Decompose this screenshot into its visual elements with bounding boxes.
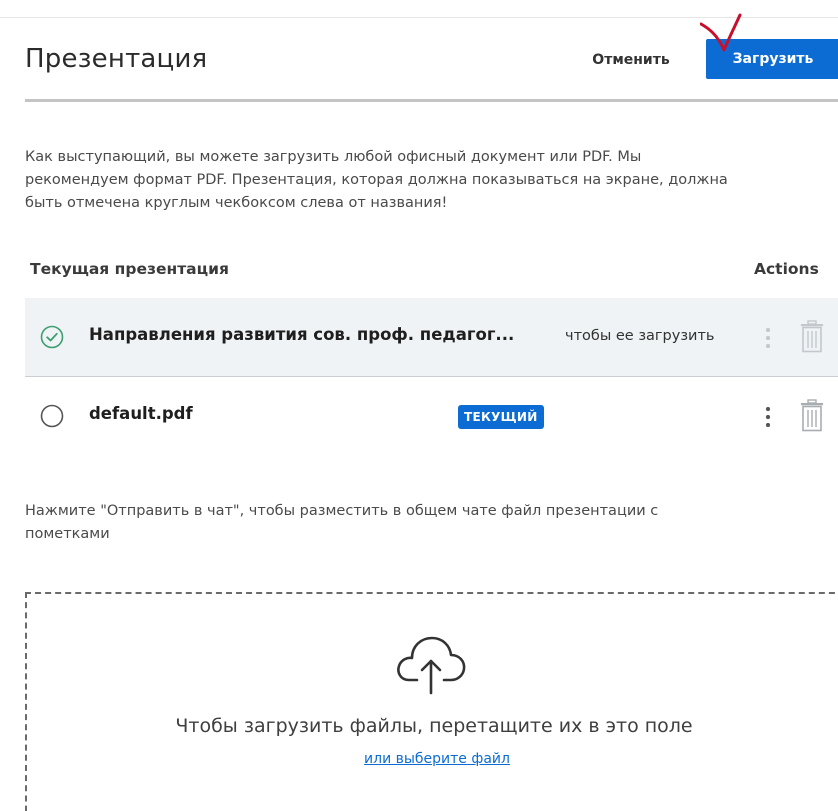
current-presentation-header: Текущая презентация: [30, 260, 229, 278]
chat-note-line-1: Нажмите "Отправить в чат", чтобы размест…: [25, 503, 659, 519]
upload-hint: чтобы ее загрузить: [565, 328, 715, 344]
cancel-button[interactable]: Отменить: [574, 42, 688, 78]
trash-icon[interactable]: [797, 320, 827, 354]
choose-file-link-wrapper: или выберите файл: [0, 751, 838, 767]
intro-paragraph: Как выступающий, вы можете загрузить люб…: [25, 146, 838, 215]
chat-note-line-2: пометками: [25, 526, 110, 542]
current-badge: ТЕКУЩИЙ: [458, 405, 544, 429]
kebab-menu-icon[interactable]: [761, 325, 775, 351]
presentation-upload-modal: Презентация Отменить Загрузить Как высту…: [0, 0, 838, 811]
cloud-upload-icon: [397, 636, 466, 695]
radio-empty-icon[interactable]: [40, 404, 64, 428]
kebab-menu-icon[interactable]: [761, 404, 775, 430]
dropzone-instruction: Чтобы загрузить файлы, перетащите их в э…: [175, 715, 693, 737]
choose-file-link[interactable]: или выберите файл: [364, 751, 510, 767]
presentation-row[interactable]: default.pdf ТЕКУЩИЙ: [25, 377, 838, 455]
presentation-name: default.pdf: [89, 404, 193, 423]
intro-line-3: быть отмечена круглым чекбоксом слева от…: [25, 195, 448, 211]
check-circle-icon[interactable]: [40, 325, 64, 349]
intro-line-2: рекомендуем формат PDF. Презентация, кот…: [25, 172, 728, 188]
red-check-mark-annotation: [700, 13, 742, 52]
actions-header: Actions: [754, 260, 819, 278]
header-divider: [25, 99, 838, 102]
send-to-chat-note: Нажмите "Отправить в чат", чтобы размест…: [25, 500, 825, 546]
file-dropzone[interactable]: [25, 592, 838, 811]
presentation-name: Направления развития сов. проф. педагог.…: [89, 325, 515, 344]
intro-line-1: Как выступающий, вы можете загрузить люб…: [25, 149, 642, 165]
trash-icon[interactable]: [797, 399, 827, 433]
presentation-row[interactable]: Направления развития сов. проф. педагог.…: [25, 298, 838, 377]
modal-title: Презентация: [25, 44, 208, 74]
